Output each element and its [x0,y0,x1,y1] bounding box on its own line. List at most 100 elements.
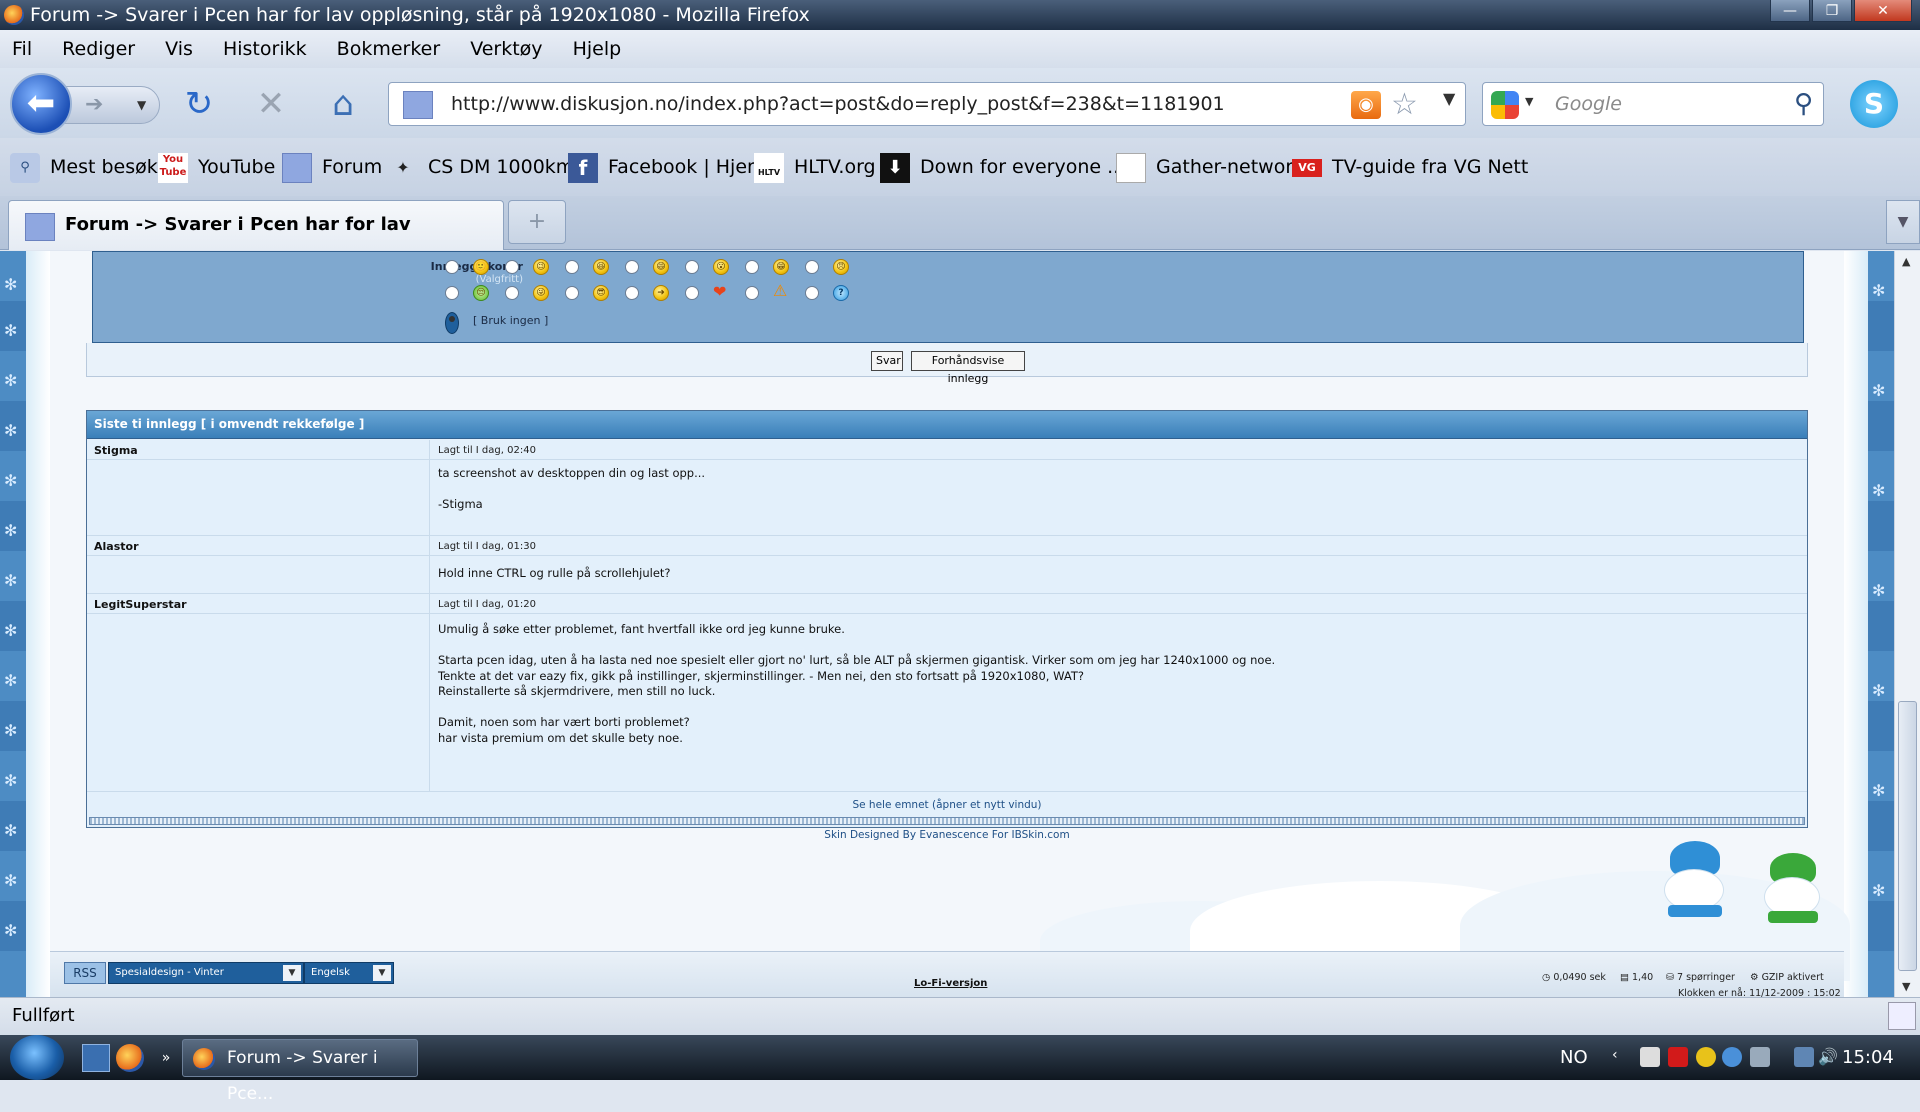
post-date: Lagt til I dag, 01:20 [438,599,536,610]
see-full-topic-link[interactable]: Se hele emnet (åpner et nytt vindu) [87,799,1807,811]
rss-feed-icon[interactable]: ◉ [1351,91,1381,119]
panel-bottom-border [89,817,1805,825]
vg-icon: VG [1292,158,1322,177]
post-icon-radio[interactable] [685,260,699,274]
post-icon-radio[interactable] [565,260,579,274]
taskbar-clock[interactable]: 15:04 [1842,1047,1894,1068]
volume-icon[interactable]: 🔊 [1818,1047,1838,1067]
snowflake-icon: ✻ [4,771,18,790]
search-icon[interactable]: ⚲ [1794,89,1813,119]
snowman-blue-icon [1664,841,1724,917]
cs-icon: ✦ [396,157,410,177]
bookmark-hltv[interactable]: HLTV HLTV.org [754,152,876,183]
tongue-icon: 😜 [533,285,549,301]
scroll-down-icon[interactable]: ▼ [1902,980,1910,993]
scroll-up-icon[interactable]: ▲ [1902,255,1910,268]
bookmark-facebook[interactable]: f Facebook | Hjem [568,152,766,183]
history-dropdown-icon[interactable]: ▼ [137,87,146,123]
ati-icon[interactable] [1668,1047,1688,1067]
post-icon-radio[interactable] [805,286,819,300]
search-box[interactable]: ▼ Google ⚲ [1482,82,1824,126]
post-icon-radio[interactable] [745,260,759,274]
snowflake-icon: ✻ [4,521,18,540]
messenger-icon[interactable] [1722,1047,1742,1067]
warning-tray-icon[interactable] [1696,1047,1716,1067]
menu-history[interactable]: Historikk [211,30,319,60]
status-addon-icon[interactable] [1888,1002,1916,1030]
post-icon-radio[interactable] [445,260,459,274]
close-button[interactable]: ✕ [1854,0,1912,22]
rss-button[interactable]: RSS [64,962,106,984]
google-engine-icon[interactable] [1491,91,1519,119]
no-icon-radio[interactable] [445,312,459,334]
post-icon-radio[interactable] [505,286,519,300]
bookmark-youtube[interactable]: You Tube YouTube [158,152,275,183]
menu-edit[interactable]: Rediger [50,30,147,60]
bookmark-gather-network[interactable]: Gather-network [1116,152,1304,183]
language-indicator[interactable]: NO [1560,1047,1588,1068]
tab-forum[interactable]: Forum -> Svarer i Pcen har for lav opplø… [8,200,504,283]
reply-button[interactable]: Svar [871,351,903,371]
back-button[interactable]: ⬅ [10,73,72,135]
quicklaunch-overflow-icon[interactable]: » [152,1044,180,1072]
vertical-scrollbar[interactable]: ▲ ▼ [1894,251,1920,997]
post-icon-radio[interactable] [805,260,819,274]
snowflake-icon: ✻ [1872,481,1886,500]
snowman-green-icon [1764,853,1820,923]
skype-icon[interactable]: S [1850,80,1898,128]
new-tab-button[interactable]: + [508,200,566,244]
minimize-button[interactable]: — [1770,0,1810,22]
bookmark-star-icon[interactable]: ☆ [1391,87,1418,122]
tab-list-dropdown-icon[interactable]: ▼ [1886,200,1920,244]
site-favicon [403,91,433,119]
menu-file[interactable]: Fil [0,30,44,60]
url-dropdown-icon[interactable]: ▼ [1443,89,1455,108]
right-winter-border [1844,251,1894,997]
forward-button[interactable]: ➔ ▼ [62,86,160,124]
language-select[interactable]: Engelsk ▼ [304,962,394,984]
reload-icon[interactable]: ↻ [178,84,220,124]
bookmark-most-visited[interactable]: ⚲ Mest besøkt [10,152,165,183]
post-icon-radio[interactable] [625,260,639,274]
post-icon-radio[interactable] [625,286,639,300]
start-button[interactable] [10,1035,64,1080]
post-icon-radio[interactable] [745,286,759,300]
windows-taskbar: » Forum -> Svarer i Pce... NO ‹ 🔊 15:04 [0,1035,1920,1104]
steam-icon[interactable] [1640,1047,1660,1067]
taskbar-firefox-task[interactable]: Forum -> Svarer i Pce... [182,1039,418,1104]
bookmark-forum[interactable]: Forum [282,152,382,183]
menu-tools[interactable]: Verktøy [458,30,554,60]
bookmark-vg-tv-guide[interactable]: VG TV-guide fra VG Nett [1292,152,1528,182]
tray-expand-icon[interactable]: ‹ [1612,1047,1632,1067]
url-text[interactable]: http://www.diskusjon.no/index.php?act=po… [451,93,1225,115]
network-icon[interactable] [1794,1047,1814,1067]
cool-icon: 😎 [593,285,609,301]
search-input[interactable]: Google [1555,93,1622,115]
show-desktop-icon[interactable] [82,1044,110,1072]
navigation-toolbar: ➔ ▼ ⬅ ↻ ✕ ⌂ http://www.diskusjon.no/index… [0,68,1920,138]
skin-select[interactable]: Spesialdesign - Vinter ▼ [108,962,304,984]
post-icon-radio[interactable] [565,286,579,300]
snowflake-icon: ✻ [4,871,18,890]
firefox-quicklaunch-icon[interactable] [116,1044,144,1072]
post-icon-radio[interactable] [445,286,459,300]
menu-view[interactable]: Vis [153,30,205,60]
tab-bar: Forum -> Svarer i Pcen har for lav opplø… [0,196,1920,283]
stop-icon[interactable]: ✕ [250,84,292,124]
maximize-button[interactable]: ❐ [1812,0,1852,22]
scroll-thumb[interactable] [1898,701,1917,971]
post-icon-radio[interactable] [685,286,699,300]
preview-button[interactable]: Forhåndsvise innlegg [911,351,1025,385]
post-icon-radio[interactable] [505,260,519,274]
bookmark-cs-dm[interactable]: ✦ CS DM 1000km [388,152,574,182]
bookmark-down-for-everyone[interactable]: ⬇ Down for everyone ... [880,152,1125,183]
tray-app-icon[interactable] [1750,1047,1770,1067]
lofi-version-link[interactable]: Lo-Fi-versjon [914,978,987,989]
angry-icon: 😠 [833,259,849,275]
menu-bookmarks[interactable]: Bokmerker [325,30,453,60]
menu-help[interactable]: Hjelp [561,30,634,60]
down-icon: ⬇ [880,152,910,183]
home-icon[interactable]: ⌂ [322,84,364,124]
url-bar[interactable]: http://www.diskusjon.no/index.php?act=po… [388,82,1466,126]
engine-dropdown-icon[interactable]: ▼ [1525,95,1533,108]
